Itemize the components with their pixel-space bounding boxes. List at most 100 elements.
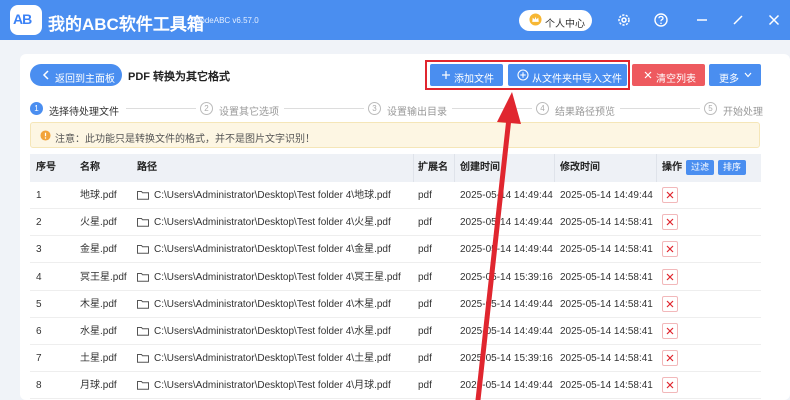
step-number: 4: [536, 102, 549, 115]
path-text: C:\Users\Administrator\Desktop\Test fold…: [154, 353, 391, 365]
cell-ctime: 2025-05-14 15:39:16: [460, 271, 553, 283]
table-row[interactable]: 1 地球.pdf C:\Users\Administrator\Desktop\Te…: [30, 182, 761, 209]
delete-button[interactable]: [662, 187, 678, 203]
step-number: 5: [704, 102, 717, 115]
delete-button[interactable]: [662, 241, 678, 258]
folder-icon: [137, 354, 149, 363]
step-label: 结果路径预览: [555, 107, 615, 118]
path-text: C:\Users\Administrator\Desktop\Test fold…: [154, 298, 391, 310]
close-icon: [644, 71, 652, 79]
help-icon[interactable]: [653, 12, 669, 28]
col-divider: [656, 154, 657, 182]
cell-ext: pdf: [418, 244, 432, 256]
folder-icon: [137, 245, 149, 255]
plus-circle-icon: [517, 69, 529, 81]
folder-icon: [137, 272, 149, 282]
table-row[interactable]: 7 土星.pdf C:\Users\Administrator\Desktop\Te…: [30, 345, 761, 373]
cell-ctime: 2025-05-14 14:49:44: [460, 326, 553, 337]
cell-name: 水星.pdf: [80, 326, 117, 337]
add-file-button[interactable]: 添加文件: [430, 64, 503, 86]
folder-icon: [137, 381, 149, 391]
delete-button[interactable]: [662, 214, 678, 231]
app-version: WodeABC v6.57.0: [193, 16, 259, 25]
cell-name: 土星.pdf: [80, 353, 117, 365]
cell-mtime: 2025-05-14 14:58:41: [560, 217, 653, 229]
delete-button[interactable]: [662, 350, 678, 367]
cell-mtime: 2025-05-14 14:58:41: [560, 353, 653, 365]
close-icon[interactable]: [766, 12, 782, 28]
gear-icon[interactable]: [616, 12, 632, 28]
app-logo-text: AB: [13, 11, 32, 27]
import-folder-button[interactable]: 从文件夹中导入文件: [508, 64, 627, 86]
cell-name: 木星.pdf: [80, 298, 117, 310]
more-button[interactable]: 更多: [709, 64, 761, 86]
step-indicator: 1 选择待处理文件 2 设置其它选项 3 设置输出目录 4 结果路径预览 5 开…: [30, 102, 790, 118]
title-bar: AB 我的ABC软件工具箱 WodeABC v6.57.0 个人中心: [0, 0, 790, 40]
cell-no: 6: [36, 326, 42, 337]
cell-path: C:\Users\Administrator\Desktop\Test fold…: [137, 182, 417, 209]
app-logo: AB: [10, 5, 42, 35]
cell-no: 7: [36, 353, 42, 365]
app-title: 我的ABC软件工具箱: [48, 15, 204, 34]
cell-ext: pdf: [418, 380, 432, 392]
cell-path: C:\Users\Administrator\Desktop\Test fold…: [137, 264, 417, 291]
col-divider: [413, 154, 414, 182]
step-connector: [452, 108, 532, 109]
folder-icon: [137, 327, 149, 336]
notice-banner: 注意：此功能只是转换文件的格式，并不是图片文字识别！: [30, 122, 760, 148]
table-row[interactable]: 5 木星.pdf C:\Users\Administrator\Desktop\Te…: [30, 290, 761, 318]
delete-button[interactable]: [662, 323, 678, 339]
table-row[interactable]: 4 冥王星.pdf C:\Users\Administrator\Desktop\T…: [30, 263, 761, 291]
cell-ctime: 2025-05-14 15:39:16: [460, 353, 553, 365]
cell-path: C:\Users\Administrator\Desktop\Test fold…: [137, 209, 417, 236]
cell-path: C:\Users\Administrator\Desktop\Test fold…: [137, 236, 417, 263]
step-label: 开始处理: [723, 107, 763, 118]
user-center-button[interactable]: 个人中心: [519, 10, 592, 31]
cell-mtime: 2025-05-14 14:58:41: [560, 298, 653, 310]
delete-button[interactable]: [662, 295, 678, 312]
cell-mtime: 2025-05-14 14:58:41: [560, 244, 653, 256]
cell-no: 3: [36, 244, 42, 256]
cell-mtime: 2025-05-14 14:58:41: [560, 271, 653, 283]
notice-text: 注意：此功能只是转换文件的格式，并不是图片文字识别！: [55, 134, 315, 145]
cell-path: C:\Users\Administrator\Desktop\Test fold…: [137, 318, 417, 345]
cell-ctime: 2025-05-14 14:49:44: [460, 380, 553, 392]
step-label: 选择待处理文件: [49, 107, 119, 118]
path-text: C:\Users\Administrator\Desktop\Test fold…: [154, 326, 391, 337]
cell-ext: pdf: [418, 271, 432, 283]
table-row[interactable]: 8 月球.pdf C:\Users\Administrator\Desktop\Te…: [30, 372, 761, 400]
maximize-icon[interactable]: [730, 12, 746, 28]
col-header-path: 路径: [137, 162, 157, 173]
import-folder-label: 从文件夹中导入文件: [532, 74, 622, 85]
path-text: C:\Users\Administrator\Desktop\Test fold…: [154, 244, 391, 256]
delete-icon: [666, 191, 674, 199]
back-button[interactable]: 返回到主面板: [30, 64, 122, 86]
cell-mtime: 2025-05-14 14:58:41: [560, 380, 653, 392]
step-label: 设置其它选项: [219, 107, 279, 118]
cell-no: 1: [36, 190, 42, 201]
col-header-no: 序号: [36, 162, 56, 173]
table-row[interactable]: 3 金星.pdf C:\Users\Administrator\Desktop\Te…: [30, 236, 761, 264]
delete-button[interactable]: [662, 268, 678, 285]
cell-no: 2: [36, 217, 42, 229]
delete-icon: [666, 273, 674, 281]
cell-ctime: 2025-05-14 14:49:44: [460, 217, 553, 229]
minimize-icon[interactable]: [694, 12, 710, 28]
chevron-down-icon: [744, 72, 752, 78]
cell-name: 火星.pdf: [80, 217, 117, 229]
table-row[interactable]: 2 火星.pdf C:\Users\Administrator\Desktop\Te…: [30, 209, 761, 237]
cell-name: 金星.pdf: [80, 244, 117, 256]
step-number: 3: [368, 102, 381, 115]
cell-no: 4: [36, 271, 42, 283]
filter-button[interactable]: 过滤: [686, 160, 714, 175]
step-connector: [284, 108, 364, 109]
sort-button[interactable]: 排序: [718, 160, 746, 175]
table-row[interactable]: 6 水星.pdf C:\Users\Administrator\Desktop\Te…: [30, 318, 761, 345]
path-text: C:\Users\Administrator\Desktop\Test fold…: [154, 271, 401, 283]
delete-icon: [666, 327, 674, 335]
cell-ext: pdf: [418, 190, 432, 201]
back-button-label: 返回到主面板: [55, 74, 115, 85]
delete-button[interactable]: [662, 377, 678, 394]
more-label: 更多: [719, 74, 739, 85]
clear-list-button[interactable]: 清空列表: [632, 64, 705, 86]
